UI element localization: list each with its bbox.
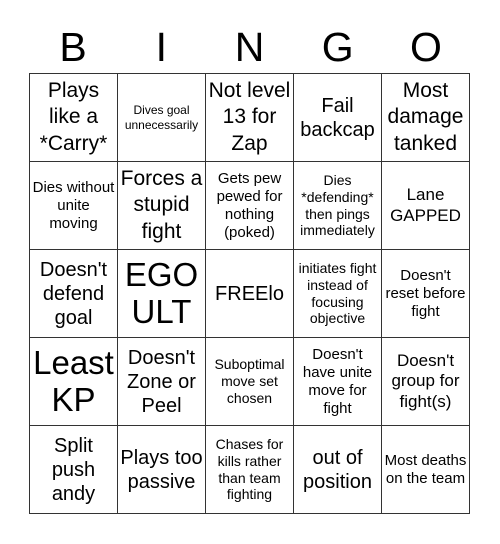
bingo-cell[interactable]: Split push andy	[30, 426, 118, 514]
bingo-cell[interactable]: Fail backcap	[294, 74, 382, 162]
bingo-cell[interactable]: Doesn't group for fight(s)	[382, 338, 470, 426]
bingo-cell[interactable]: Most damage tanked	[382, 74, 470, 162]
bingo-cell[interactable]: Dies without unite moving	[30, 162, 118, 250]
bingo-cell[interactable]: Forces a stupid fight	[118, 162, 206, 250]
bingo-cell[interactable]: Plays too passive	[118, 426, 206, 514]
bingo-cell[interactable]: Chases for kills rather than team fighti…	[206, 426, 294, 514]
bingo-cell[interactable]: Not level 13 for Zap	[206, 74, 294, 162]
bingo-cell[interactable]: Doesn't defend goal	[30, 250, 118, 338]
bingo-cell[interactable]: initiates fight instead of focusing obje…	[294, 250, 382, 338]
bingo-header: B I N G O	[29, 22, 470, 72]
bingo-cell[interactable]: Gets pew pewed for nothing (poked)	[206, 162, 294, 250]
bingo-board: Plays like a *Carry* Dives goal unnecess…	[29, 73, 470, 514]
bingo-cell[interactable]: EGO ULT	[118, 250, 206, 338]
bingo-cell[interactable]: Lane GAPPED	[382, 162, 470, 250]
bingo-cell[interactable]: Plays like a *Carry*	[30, 74, 118, 162]
header-letter-i: I	[155, 23, 167, 70]
bingo-cell[interactable]: Doesn't reset before fight	[382, 250, 470, 338]
header-letter-n: N	[234, 23, 265, 70]
bingo-cell[interactable]: Suboptimal move set chosen	[206, 338, 294, 426]
bingo-cell[interactable]: Least KP	[30, 338, 118, 426]
bingo-cell[interactable]: Doesn't have unite move for fight	[294, 338, 382, 426]
header-letter-b: B	[59, 23, 87, 70]
header-letter-g: G	[321, 23, 354, 70]
bingo-cell[interactable]: Dives goal unnecessarily	[118, 74, 206, 162]
bingo-cell[interactable]: Most deaths on the team	[382, 426, 470, 514]
header-letter-o: O	[409, 23, 442, 70]
bingo-cell[interactable]: Doesn't Zone or Peel	[118, 338, 206, 426]
bingo-cell[interactable]: out of position	[294, 426, 382, 514]
bingo-cell[interactable]: FREElo	[206, 250, 294, 338]
bingo-cell[interactable]: Dies *defending* then pings immediately	[294, 162, 382, 250]
